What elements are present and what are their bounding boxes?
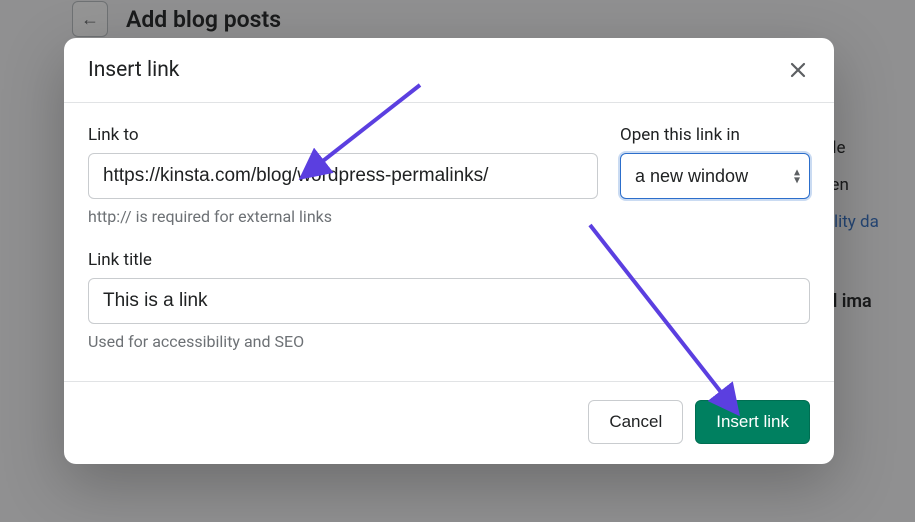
- cancel-button[interactable]: Cancel: [588, 400, 683, 444]
- modal-title: Insert link: [88, 58, 179, 82]
- link-title-input[interactable]: [88, 278, 810, 324]
- insert-link-modal: Insert link Link to http:// is required …: [64, 38, 834, 464]
- link-title-hint: Used for accessibility and SEO: [88, 332, 810, 351]
- close-icon[interactable]: [786, 58, 810, 82]
- link-title-label: Link title: [88, 250, 810, 270]
- insert-link-button[interactable]: Insert link: [695, 400, 810, 444]
- open-in-select[interactable]: a new window: [620, 153, 810, 199]
- link-to-hint: http:// is required for external links: [88, 207, 598, 226]
- link-to-label: Link to: [88, 125, 598, 145]
- open-in-label: Open this link in: [620, 125, 810, 145]
- link-to-input[interactable]: [88, 153, 598, 199]
